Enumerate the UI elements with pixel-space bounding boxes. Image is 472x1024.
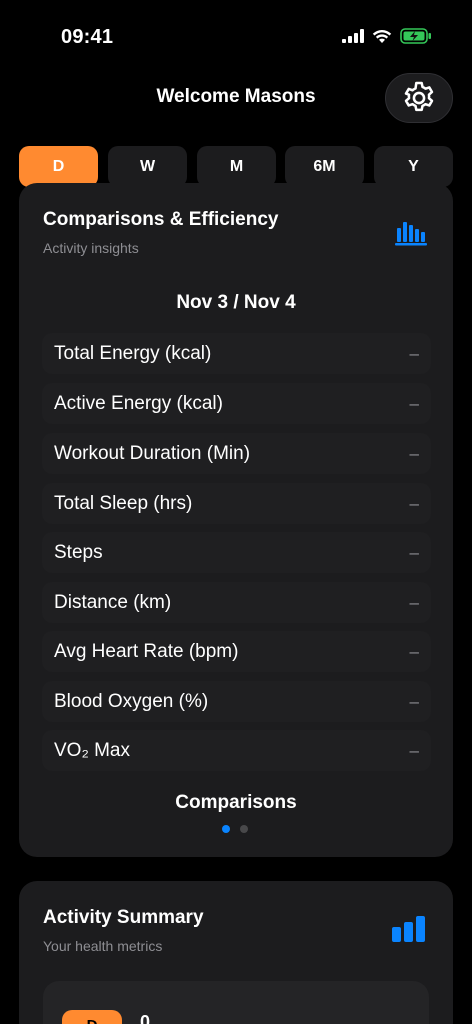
metric-value: – (409, 542, 419, 562)
metric-label: Blood Oxygen (%) (54, 690, 209, 712)
battery-charging-icon (400, 28, 431, 44)
bar-chart-icon[interactable] (395, 220, 427, 246)
wifi-icon (372, 29, 392, 43)
metric-row-workout-duration: Workout Duration (Min) – (42, 433, 431, 474)
summary-value: 0 (140, 1012, 151, 1024)
metric-value: – (409, 343, 419, 363)
status-icons (342, 28, 432, 44)
card-subtitle: Activity insights (43, 240, 139, 256)
segment-week[interactable]: W (108, 146, 187, 187)
metric-row-distance: Distance (km) – (42, 582, 431, 623)
metric-value: – (409, 691, 419, 711)
page-indicator[interactable] (222, 825, 248, 833)
metric-row-total-energy: Total Energy (kcal) – (42, 333, 431, 374)
metric-value: – (409, 592, 419, 612)
segment-month[interactable]: M (197, 146, 276, 187)
status-time: 09:41 (61, 26, 114, 48)
metric-label: Total Energy (kcal) (54, 342, 212, 364)
comparisons-card: Comparisons & Efficiency Activity insigh… (19, 183, 453, 857)
metric-label: Active Energy (kcal) (54, 392, 223, 414)
date-comparison-label: Nov 3 / Nov 4 (176, 292, 296, 313)
metric-row-vo2-max: VO₂ Max – (42, 730, 431, 771)
period-badge: D (62, 1010, 122, 1024)
gear-icon (404, 81, 434, 112)
comparisons-page-label: Comparisons (175, 792, 297, 813)
summary-inner-panel: D 0 (43, 981, 429, 1024)
page-dot[interactable] (240, 825, 248, 833)
activity-summary-card: Activity Summary Your health metrics D 0 (19, 881, 453, 1024)
page-dot-active[interactable] (222, 825, 230, 833)
segment-day[interactable]: D (19, 146, 98, 187)
metric-label: Steps (54, 541, 103, 563)
metric-value: – (409, 493, 419, 513)
metric-label: Total Sleep (hrs) (54, 492, 193, 514)
metric-label: Workout Duration (Min) (54, 442, 251, 464)
card-subtitle: Your health metrics (43, 938, 163, 954)
metric-value: – (409, 740, 419, 760)
card-title: Comparisons & Efficiency (43, 209, 279, 230)
metric-row-active-energy: Active Energy (kcal) – (42, 383, 431, 424)
metric-row-steps: Steps – (42, 532, 431, 573)
period-segmented-control: D W M 6M Y (19, 146, 453, 187)
metric-value: – (409, 443, 419, 463)
metric-row-total-sleep: Total Sleep (hrs) – (42, 483, 431, 524)
signal-bars-icon[interactable] (391, 915, 427, 943)
metric-value: – (409, 393, 419, 413)
status-bar: 09:41 (0, 0, 472, 70)
metric-row-avg-heart-rate: Avg Heart Rate (bpm) – (42, 631, 431, 672)
settings-button[interactable] (385, 73, 453, 123)
metric-row-blood-oxygen: Blood Oxygen (%) – (42, 681, 431, 722)
segment-year[interactable]: Y (374, 146, 453, 187)
metric-label: VO₂ Max (54, 739, 130, 761)
metric-value: – (409, 641, 419, 661)
metric-label: Avg Heart Rate (bpm) (54, 640, 239, 662)
cellular-signal-icon (342, 29, 364, 43)
metric-label: Distance (km) (54, 591, 172, 613)
card-title: Activity Summary (43, 907, 204, 928)
segment-six-months[interactable]: 6M (285, 146, 364, 187)
